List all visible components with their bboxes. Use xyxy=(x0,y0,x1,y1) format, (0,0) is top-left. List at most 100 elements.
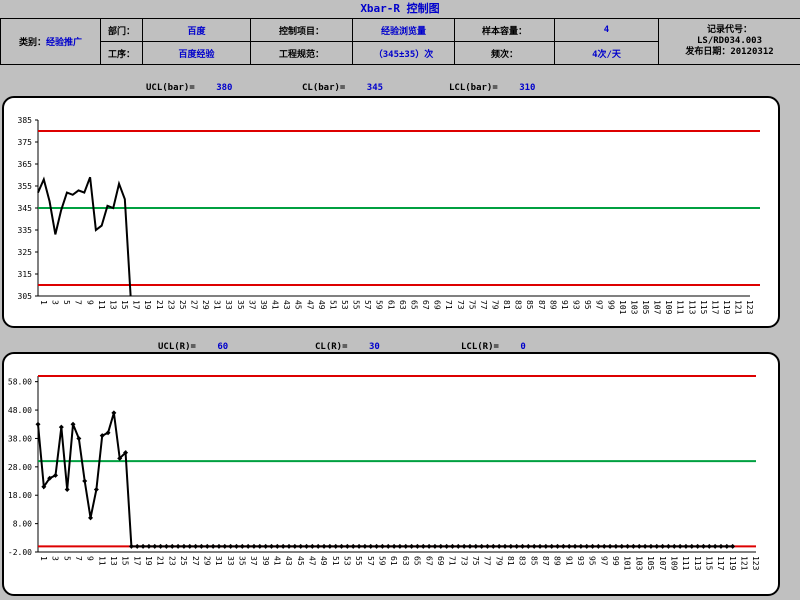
range-point xyxy=(560,543,566,549)
r-cl-label: CL(R)= xyxy=(315,342,348,352)
range-point xyxy=(204,543,210,549)
range-x-tick-label: 51 xyxy=(331,556,340,566)
range-point xyxy=(403,543,409,549)
range-point xyxy=(356,543,362,549)
range-x-tick-label: 115 xyxy=(704,556,713,571)
xbar-y-tick-label: 305 xyxy=(18,292,33,301)
xbar-x-tick-label: 29 xyxy=(201,300,210,310)
range-point xyxy=(479,543,485,549)
range-point xyxy=(286,543,292,549)
r-cl-value: 30 xyxy=(368,342,380,352)
xbar-cl-stat: CL(bar)= 345 xyxy=(302,83,383,93)
frequency-value: 4次/天 xyxy=(554,41,659,65)
xbar-x-tick-label: 109 xyxy=(664,300,673,315)
r-lcl-label: LCL(R)= xyxy=(461,342,499,352)
range-x-tick-label: 23 xyxy=(167,556,176,566)
range-x-tick-label: 41 xyxy=(272,556,281,566)
range-point xyxy=(473,543,479,549)
xbar-x-tick-label: 37 xyxy=(247,300,256,310)
xbar-x-tick-label: 31 xyxy=(213,300,222,310)
range-point xyxy=(665,543,671,549)
range-chart-panel: 58.00 48.00 38.00 28.00 18.00 8.00 -2.00 1 3 5 7 9 1… xyxy=(2,352,780,596)
xbar-x-tick-label: 27 xyxy=(190,300,199,310)
range-point xyxy=(607,543,613,549)
xbar-x-tick-label: 21 xyxy=(155,300,164,310)
range-x-tick-label: 99 xyxy=(611,556,620,566)
range-y-tick-label: 48.00 xyxy=(8,406,32,415)
range-x-tick-label: 57 xyxy=(366,556,375,566)
xbar-ucl-label: UCL(bar)= xyxy=(146,83,195,93)
range-x-tick-label: 123 xyxy=(751,556,760,571)
range-x-tick-label: 89 xyxy=(553,556,562,566)
range-point xyxy=(35,421,41,427)
r-ucl-value: 60 xyxy=(217,342,229,352)
range-y-tick-label: 58.00 xyxy=(8,378,32,387)
xbar-x-tick-label: 67 xyxy=(421,300,430,310)
xbar-x-tick-label: 11 xyxy=(97,300,106,310)
range-x-tick-label: 61 xyxy=(389,556,398,566)
xbar-x-tick-label: 101 xyxy=(618,300,627,315)
xbar-x-tick-label: 83 xyxy=(514,300,523,310)
range-x-tick-label: 73 xyxy=(459,556,468,566)
range-point xyxy=(654,543,660,549)
range-x-tick-label: 13 xyxy=(109,556,118,566)
range-point xyxy=(555,543,561,549)
xbar-x-tick-label: 73 xyxy=(456,300,465,310)
range-point xyxy=(379,543,385,549)
control-item-value: 经验浏览量 xyxy=(352,18,455,42)
range-point xyxy=(625,543,631,549)
range-point xyxy=(344,543,350,549)
xbar-lcl-stat: LCL(bar)= 310 xyxy=(449,83,535,93)
range-point xyxy=(321,543,327,549)
range-x-tick-label: 9 xyxy=(86,556,95,561)
xbar-x-tick-label: 5 xyxy=(62,300,71,305)
range-point xyxy=(409,543,415,549)
range-point xyxy=(636,543,642,549)
range-point xyxy=(648,543,654,549)
range-point xyxy=(566,543,572,549)
range-point xyxy=(397,543,403,549)
category-label: 类别： xyxy=(18,38,46,48)
range-point xyxy=(712,543,718,549)
range-point xyxy=(695,543,701,549)
range-point xyxy=(391,543,397,549)
r-lcl-value: 0 xyxy=(520,342,526,352)
range-point xyxy=(514,543,520,549)
xbar-x-tick-label: 3 xyxy=(51,300,60,305)
range-x-tick-label: 67 xyxy=(424,556,433,566)
xbar-y-tick-label: 365 xyxy=(18,160,33,169)
xbar-x-tick-label: 77 xyxy=(479,300,488,310)
range-x-tick-label: 71 xyxy=(448,556,457,566)
record-cell: 记录代号： LS/RD034.003 发布日期：20120312 xyxy=(658,18,800,65)
range-series-line xyxy=(37,412,733,548)
range-point xyxy=(660,543,666,549)
range-point xyxy=(461,543,467,549)
range-chart: 58.0048.0038.0028.0018.008.00-2.001 3 5 7 9 1… xyxy=(8,375,760,571)
range-x-tick-label: 59 xyxy=(378,556,387,566)
range-point xyxy=(385,543,391,549)
range-point xyxy=(619,543,625,549)
record-code: LS/RD034.003 xyxy=(696,36,763,46)
xbar-x-tick-label: 55 xyxy=(352,300,361,310)
xbar-x-tick-label: 81 xyxy=(502,300,511,310)
range-x-tick-label: 35 xyxy=(237,556,246,566)
range-point xyxy=(590,543,596,549)
xbar-x-tick-label: 93 xyxy=(572,300,581,310)
xbar-x-tick-label: 121 xyxy=(734,300,743,315)
xbar-chart-panel: 385 375 365 355 345 335 325 315 305 1 3 5 7 9 11 13 15 17… xyxy=(2,96,780,328)
range-point xyxy=(455,543,461,549)
range-point xyxy=(268,543,274,549)
range-point xyxy=(64,487,70,493)
xbar-y-tick-label: 385 xyxy=(18,116,33,125)
xbar-x-tick-label: 57 xyxy=(363,300,372,310)
xbar-x-tick-label: 25 xyxy=(178,300,187,310)
range-x-tick-label: 19 xyxy=(144,556,153,566)
range-point xyxy=(362,543,368,549)
xbar-x-tick-label: 23 xyxy=(166,300,175,310)
range-point xyxy=(706,543,712,549)
r-cl-stat: CL(R)= 30 xyxy=(315,342,380,352)
range-y-tick-label: 28.00 xyxy=(8,463,32,472)
xbar-chart: 3853753653553453353253153051 3 5 7 9 11 13 15 17… xyxy=(18,116,760,315)
range-point xyxy=(193,543,199,549)
range-point xyxy=(245,543,251,549)
